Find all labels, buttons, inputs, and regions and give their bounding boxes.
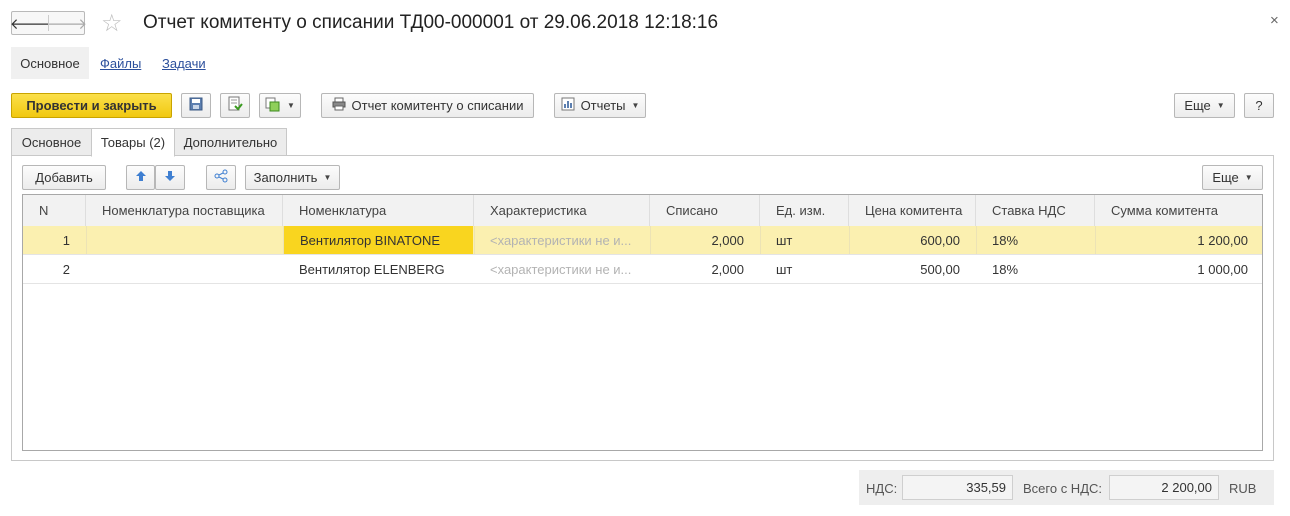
back-button[interactable]: 🡐	[9, 12, 51, 34]
total-with-vat-field: 2 200,00	[1109, 475, 1219, 500]
arrow-right-icon: 🡒	[46, 15, 88, 33]
column-header-price[interactable]: Цена комитента	[849, 195, 976, 226]
more-button[interactable]: Еще ▼	[1174, 93, 1235, 118]
cell-vat-rate[interactable]: 18%	[976, 226, 1095, 254]
cell-price[interactable]: 500,00	[849, 255, 976, 283]
fill-label: Заполнить	[253, 170, 318, 185]
cell-n: 1	[62, 232, 70, 248]
favorite-star-icon[interactable]: ☆	[101, 9, 123, 38]
table-more-label: Еще	[1212, 170, 1239, 185]
help-button[interactable]: ?	[1244, 93, 1274, 118]
cell-price[interactable]: 600,00	[849, 226, 976, 254]
cell-sum[interactable]: 1 000,00	[1095, 255, 1262, 283]
fill-button[interactable]: Заполнить ▼	[245, 165, 340, 190]
column-header-n[interactable]: N	[23, 195, 86, 226]
chevron-down-icon: ▼	[1216, 101, 1225, 110]
share-icon	[214, 169, 228, 186]
arrow-down-icon	[164, 170, 176, 185]
column-header-written-off[interactable]: Списано	[650, 195, 760, 226]
arrow-left-icon: 🡐	[9, 15, 51, 33]
print-report-button[interactable]: Отчет комитенту о списании	[321, 93, 534, 118]
share-button[interactable]	[206, 165, 236, 190]
save-icon	[189, 97, 203, 114]
cell-written-off[interactable]: 2,000	[650, 226, 760, 254]
section-tasks-link[interactable]: Задачи	[162, 56, 206, 71]
cell-item[interactable]: Вентилятор ELENBERG	[283, 255, 474, 283]
column-header-characteristic[interactable]: Характеристика	[474, 195, 650, 226]
cell-characteristic[interactable]: <характеристики не и...	[474, 255, 650, 283]
post-and-close-label: Провести и закрыть	[26, 98, 157, 113]
cell-unit[interactable]: шт	[760, 226, 849, 254]
navigation-buttons: 🡐 🡒	[9, 11, 88, 35]
page-title: Отчет комитенту о списании ТД00-000001 о…	[143, 12, 719, 33]
add-label: Добавить	[35, 170, 93, 185]
print-report-label: Отчет комитенту о списании	[351, 98, 524, 113]
help-label: ?	[1255, 98, 1263, 113]
tab-goods[interactable]: Товары (2)	[91, 128, 175, 157]
post-document-icon	[227, 96, 243, 115]
cell-sum[interactable]: 1 200,00	[1095, 226, 1262, 254]
forward-button[interactable]: 🡒	[46, 12, 88, 34]
printer-icon	[332, 97, 346, 114]
more-label: Еще	[1184, 98, 1211, 113]
reports-label: Отчеты	[580, 98, 626, 113]
move-down-button[interactable]	[155, 165, 185, 190]
cell-item[interactable]: Вентилятор BINATONE	[284, 226, 473, 254]
column-header-unit[interactable]: Ед. изм.	[760, 195, 849, 226]
save-button[interactable]	[181, 93, 211, 118]
chevron-down-icon: ▼	[631, 101, 640, 110]
chevron-down-icon: ▼	[323, 173, 332, 182]
cell-supplier-item[interactable]	[86, 226, 283, 254]
tab-main-label: Основное	[21, 134, 82, 150]
column-header-item[interactable]: Номенклатура	[283, 195, 474, 226]
cell-unit[interactable]: шт	[760, 255, 849, 283]
cell-vat-rate[interactable]: 18%	[976, 255, 1095, 283]
currency-label: RUB	[1229, 481, 1257, 496]
table-row[interactable]: 1 Вентилятор BINATONE <характеристики не…	[23, 226, 1262, 255]
table-header: N Номенклатура поставщика Номенклатура Х…	[23, 195, 1262, 227]
vat-value-field: 335,59	[902, 475, 1013, 500]
table-more-button[interactable]: Еще ▼	[1202, 165, 1263, 190]
close-icon[interactable]: ×	[1270, 12, 1279, 29]
create-based-on-button[interactable]: ▼	[259, 93, 301, 118]
create-based-on-icon	[265, 96, 281, 115]
chevron-down-icon: ▼	[287, 101, 295, 110]
vat-label: НДС:	[866, 481, 898, 496]
table-row[interactable]: 2 Вентилятор ELENBERG <характеристики не…	[23, 255, 1262, 284]
section-main[interactable]: Основное	[11, 47, 89, 79]
total-with-vat-label: Всего с НДС:	[1023, 481, 1103, 496]
tab-additional[interactable]: Дополнительно	[174, 128, 287, 156]
tab-goods-label: Товары (2)	[100, 135, 166, 150]
move-up-button[interactable]	[126, 165, 155, 190]
tab-additional-label: Дополнительно	[183, 134, 278, 150]
goods-table[interactable]: N Номенклатура поставщика Номенклатура Х…	[22, 194, 1263, 451]
section-files-link[interactable]: Файлы	[100, 56, 141, 71]
column-header-vat-rate[interactable]: Ставка НДС	[976, 195, 1095, 226]
post-button[interactable]	[220, 93, 250, 118]
add-row-button[interactable]: Добавить	[22, 165, 106, 190]
cell-supplier-item[interactable]	[86, 255, 283, 283]
cell-written-off[interactable]: 2,000	[650, 255, 760, 283]
chevron-down-icon: ▼	[1244, 173, 1253, 182]
column-header-sum[interactable]: Сумма комитента	[1095, 195, 1262, 226]
reports-button[interactable]: Отчеты ▼	[554, 93, 646, 118]
cell-n: 2	[62, 261, 70, 277]
post-and-close-button[interactable]: Провести и закрыть	[11, 93, 172, 118]
reports-icon	[561, 97, 575, 114]
cell-characteristic[interactable]: <характеристики не и...	[474, 226, 650, 254]
column-header-supplier-item[interactable]: Номенклатура поставщика	[86, 195, 283, 226]
arrow-up-icon	[135, 170, 147, 185]
tab-main[interactable]: Основное	[11, 128, 92, 156]
